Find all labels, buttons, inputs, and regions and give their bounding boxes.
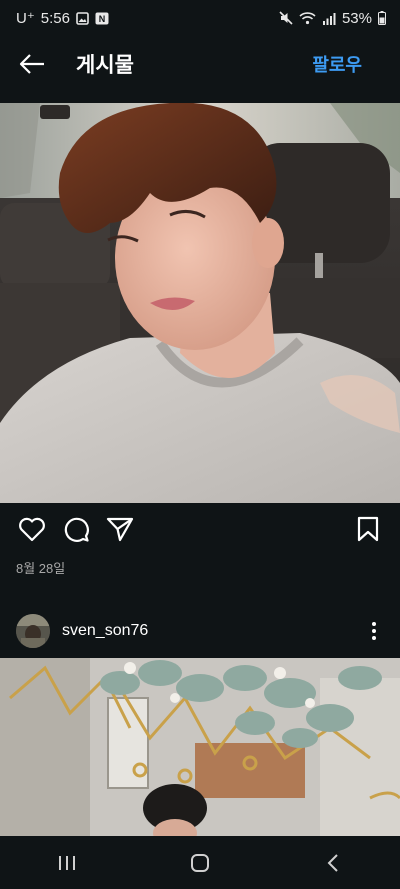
share-send-icon[interactable]: [104, 513, 136, 545]
post-actions: [0, 505, 400, 553]
recents-icon[interactable]: [37, 843, 97, 883]
bookmark-icon[interactable]: [352, 513, 384, 545]
signal-icon: [322, 12, 336, 25]
wifi-icon: [299, 11, 316, 25]
post-photo[interactable]: [0, 103, 400, 503]
more-options-icon[interactable]: [364, 616, 384, 646]
battery-icon: [378, 11, 386, 25]
post-date: 8월 28일: [16, 561, 66, 576]
status-time: 5:56: [40, 9, 70, 27]
post-photo-illustration: [0, 103, 400, 503]
comment-bubble-icon[interactable]: [60, 513, 92, 545]
username-link[interactable]: sven_son76: [62, 622, 148, 640]
system-nav-bar: [0, 836, 400, 889]
app-bar: 게시물 팔로우: [0, 36, 400, 92]
next-post-photo-illustration: [0, 658, 400, 836]
carrier-label: U⁺: [16, 10, 35, 27]
back-arrow-icon[interactable]: [16, 48, 48, 80]
home-icon[interactable]: [170, 843, 230, 883]
svg-text:N: N: [99, 14, 106, 24]
app-notification-icon: N: [95, 12, 109, 25]
next-post-photo[interactable]: [0, 658, 400, 836]
status-bar: U⁺ 5:56 N 53%: [0, 0, 400, 36]
nav-back-icon[interactable]: [303, 843, 363, 883]
follow-button[interactable]: 팔로우: [312, 51, 362, 77]
gallery-notification-icon: [76, 11, 89, 25]
page-title: 게시물: [76, 54, 134, 77]
like-heart-icon[interactable]: [16, 513, 48, 545]
next-post-header: sven_son76: [0, 606, 400, 656]
avatar[interactable]: [16, 614, 50, 648]
mute-icon: [279, 11, 293, 25]
battery-percent: 53%: [341, 9, 372, 27]
